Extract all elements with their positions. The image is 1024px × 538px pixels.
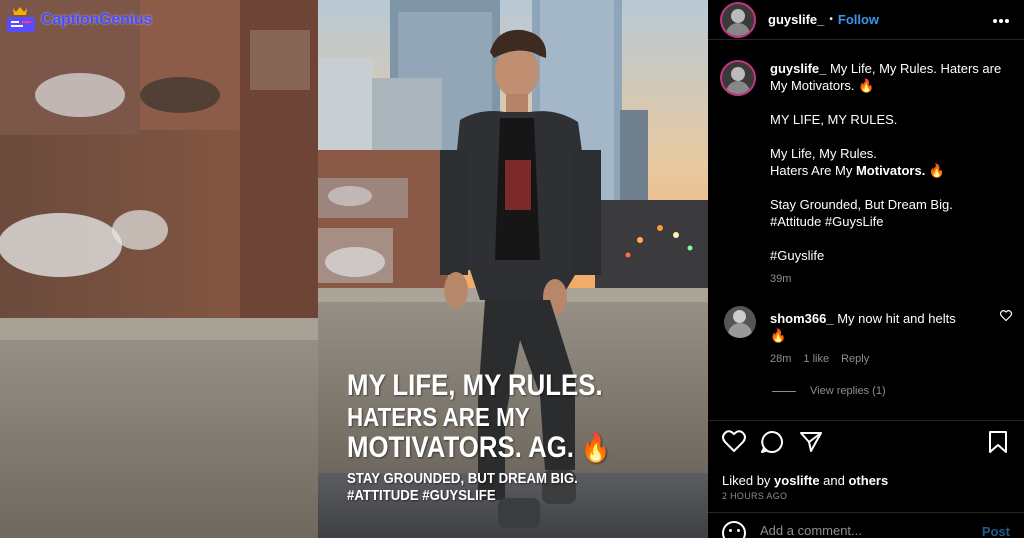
caption-line-2b-bold: Motivators. (855, 163, 926, 178)
comment-username[interactable]: shom366_ (770, 311, 834, 326)
post-caption: guyslife_ My Life, My Rules. Haters are … (708, 40, 1024, 288)
more-options-icon[interactable] (992, 8, 1010, 29)
post-side-panel: guyslife_ • Follow guyslife_ My Life, My… (708, 0, 1024, 538)
fire-emoji-icon: 🔥 (925, 163, 946, 178)
liked-by-middle: and (819, 473, 849, 488)
comment-meta: 28m 1 like Reply (770, 351, 980, 368)
emoji-icon[interactable] (722, 521, 746, 538)
caption-body: guyslife_ My Life, My Rules. Haters are … (770, 60, 1008, 288)
author-avatar[interactable] (720, 1, 756, 38)
heart-icon[interactable] (722, 430, 746, 457)
brand-name: CaptionGenius (41, 11, 153, 28)
comment-reply-button[interactable]: Reply (841, 351, 869, 368)
liked-by-user[interactable]: yoslifte (774, 473, 820, 488)
add-comment-input[interactable] (760, 523, 960, 538)
brand-watermark: CaptionGenius (4, 6, 152, 34)
overlay-line-2: HATERS ARE MY (347, 402, 530, 432)
separator-dot: • (829, 14, 833, 25)
author-username[interactable]: guyslife_ (768, 12, 824, 27)
caption-line-4[interactable]: #Guyslife (770, 247, 1008, 264)
liked-by: Liked by yoslifte and others (722, 473, 888, 488)
comment-body: shom366_ My now hit and helts 🔥 28m 1 li… (770, 310, 980, 368)
commenter-avatar[interactable] (724, 306, 756, 338)
follow-button[interactable]: Follow (838, 12, 879, 27)
caption-line-3b[interactable]: #Attitude #GuysLife (770, 213, 1008, 230)
overlay-line-3-text: MOTIVATORS. AG. (347, 431, 574, 464)
liked-by-prefix: Liked by (722, 473, 775, 488)
caption-first-line: guyslife_ My Life, My Rules. Haters are … (770, 60, 1008, 94)
post-header: guyslife_ • Follow (708, 0, 1024, 40)
share-icon[interactable] (799, 430, 823, 459)
overlay-line-4: STAY GROUNDED, BUT DREAM BIG. (347, 470, 578, 487)
caption-timestamp: 39m (770, 273, 792, 285)
post-comment-button[interactable]: Post (982, 524, 1010, 538)
fire-emoji-icon: 🔥 (580, 432, 611, 463)
caption-line-3a: Stay Grounded, But Dream Big. (770, 197, 953, 212)
fire-emoji-icon: 🔥 (770, 328, 787, 343)
comment-text: My now hit and helts (833, 311, 956, 326)
replies-dash (772, 390, 796, 392)
comment-timestamp: 28m (770, 353, 792, 365)
caption-username[interactable]: guyslife_ (770, 61, 826, 76)
overlay-line-3: MOTIVATORS. AG. 🔥 (347, 432, 611, 464)
caption-line-2b: Haters Are My Motivators. 🔥 (770, 162, 1008, 179)
comment-item: shom366_ My now hit and helts 🔥 28m 1 li… (708, 306, 1024, 368)
comment-text-line: shom366_ My now hit and helts (770, 310, 980, 327)
comment-like-count[interactable]: 1 like (803, 351, 829, 368)
bookmark-icon[interactable] (988, 430, 1008, 459)
caption-line-2b-text: Haters Are My (770, 163, 856, 178)
actions-divider (708, 420, 1024, 421)
post-photo[interactable]: CaptionGenius MY LIFE, MY RULES. HATERS … (0, 0, 708, 538)
fire-emoji-icon: 🔥 (858, 78, 875, 93)
add-comment-bar: Post (708, 512, 1024, 538)
view-replies-label: View replies (1) (810, 385, 886, 397)
caption-genius-logo-icon (4, 6, 38, 34)
caption-avatar[interactable] (720, 60, 756, 96)
overlay-line-1: MY LIFE, MY RULES. (347, 369, 603, 402)
caption-line-1: MY LIFE, MY RULES. (770, 112, 898, 127)
post-date: 2 HOURS AGO (722, 491, 788, 501)
overlay-line-5: #ATTITUDE #GUYSLIFE (347, 487, 496, 504)
photo-text-overlay: MY LIFE, MY RULES. HATERS ARE MY MOTIVAT… (347, 369, 654, 505)
liked-by-others[interactable]: others (848, 473, 888, 488)
post-actions (708, 430, 1024, 460)
caption-line-2a: My Life, My Rules. (770, 146, 877, 161)
view-replies-link[interactable]: View replies (1) (772, 385, 1024, 397)
comment-icon[interactable] (760, 430, 784, 459)
comment-heart-icon[interactable] (999, 310, 1013, 324)
